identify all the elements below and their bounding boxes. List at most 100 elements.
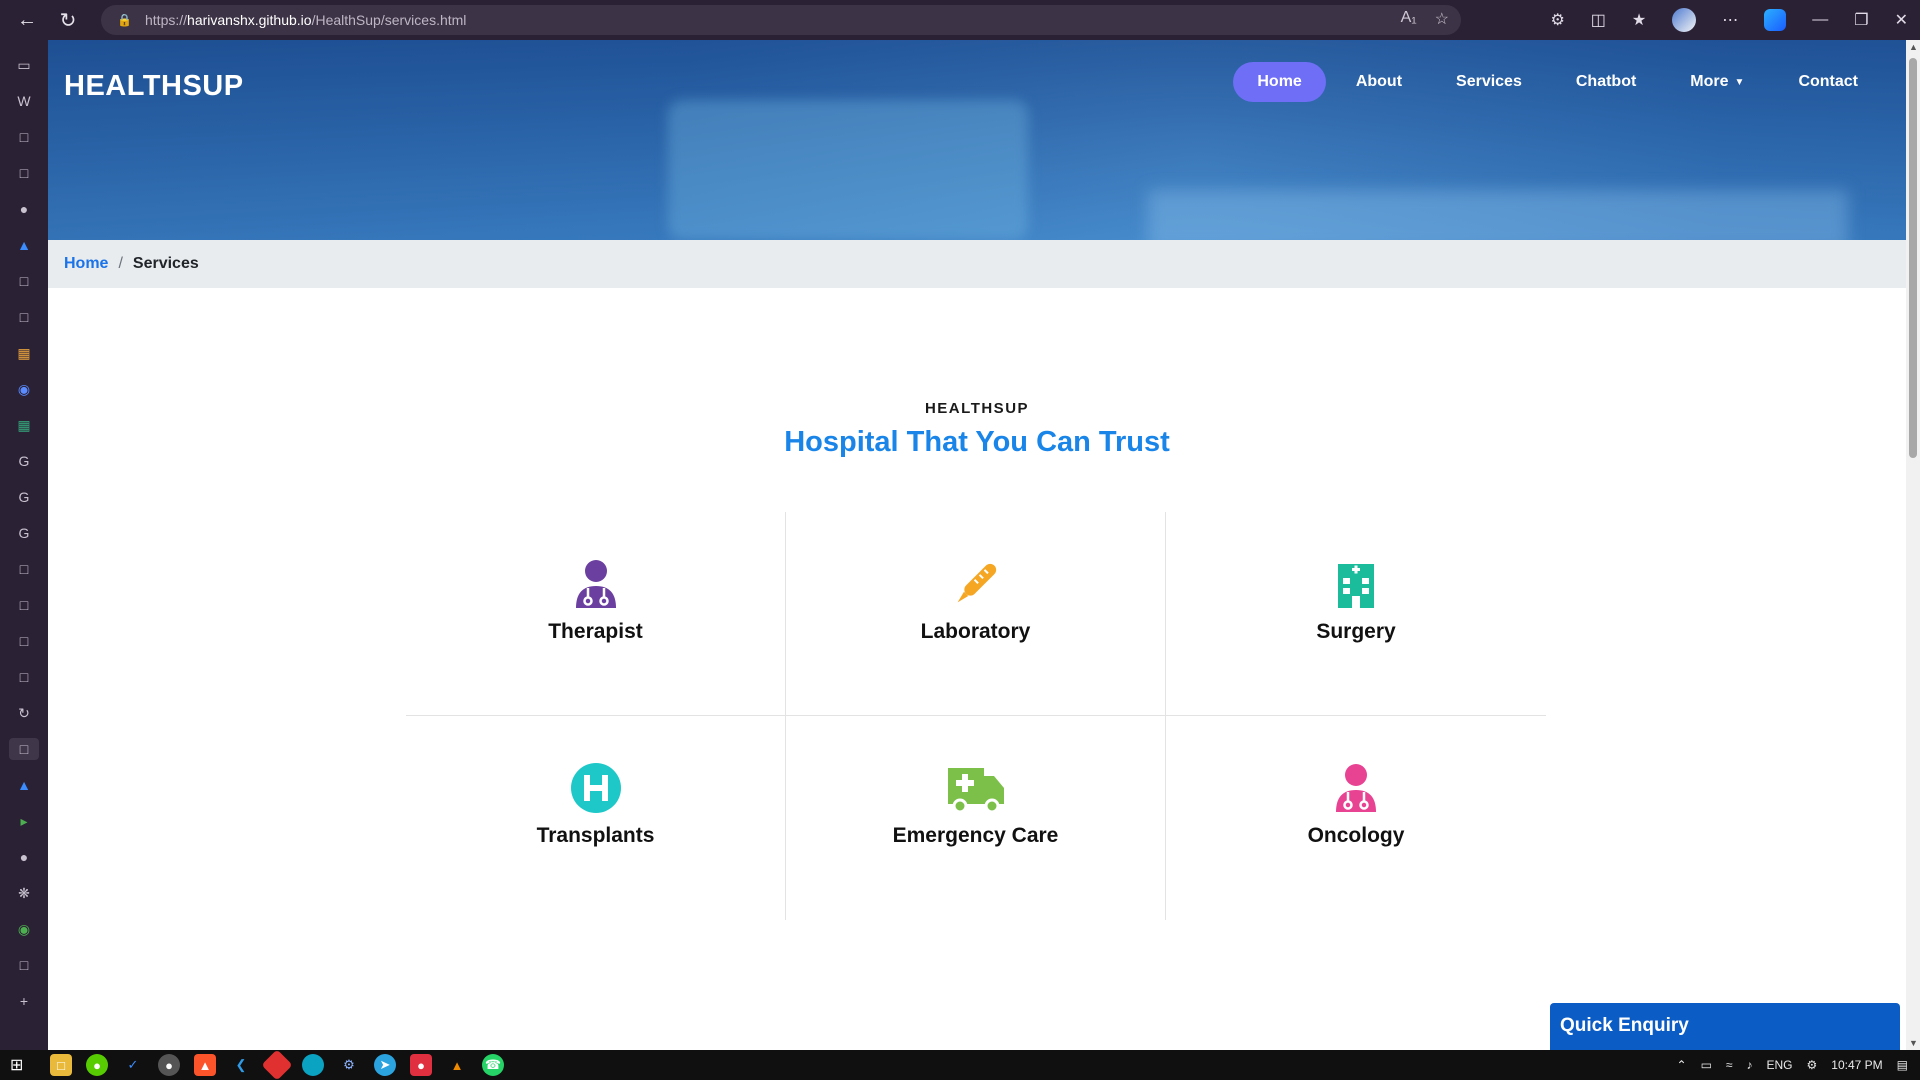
service-card-laboratory[interactable]: Laboratory [786, 512, 1166, 716]
tab-google-icon[interactable]: G [16, 486, 32, 508]
tab-page-icon-active[interactable]: □ [9, 738, 39, 760]
tab-page-icon[interactable]: □ [16, 666, 32, 688]
split-screen-icon[interactable]: ◫ [1591, 10, 1606, 30]
lock-icon: 🔒 [117, 13, 132, 27]
vertical-tabs-strip: ▭ W □ □ ● ▲ □ □ ▦ ◉ ▦ G G G □ □ □ □ ↻ □ … [0, 40, 48, 1050]
refresh-icon[interactable]: ↻ [54, 6, 82, 34]
whatsapp-icon[interactable]: ☎ [482, 1054, 504, 1076]
read-aloud-icon[interactable]: A₁ [1401, 9, 1417, 29]
vscode-icon[interactable]: ❮ [230, 1054, 252, 1076]
scroll-down-arrow-icon[interactable]: ▼ [1909, 1038, 1918, 1048]
hospital-building-icon [1338, 564, 1374, 608]
tab-page-icon[interactable]: □ [16, 594, 32, 616]
tab-actions-icon[interactable]: ▭ [16, 54, 32, 76]
app-red-icon[interactable] [261, 1049, 293, 1080]
telegram-icon[interactable]: ➤ [374, 1054, 396, 1076]
app-green-icon[interactable]: ● [86, 1054, 108, 1076]
scroll-up-arrow-icon[interactable]: ▲ [1909, 42, 1918, 52]
tab-page-icon[interactable]: □ [16, 306, 32, 328]
tab-page-icon[interactable]: □ [16, 630, 32, 652]
service-card-surgery[interactable]: Surgery [1166, 512, 1546, 716]
more-options-icon[interactable]: ⋯ [1722, 10, 1738, 30]
tab-windows-icon[interactable]: ▦ [16, 342, 32, 364]
tab-play-icon[interactable]: ▸ [16, 810, 32, 832]
nav-more[interactable]: More ▼ [1666, 62, 1768, 102]
service-title: Transplants [536, 824, 655, 847]
site-brand[interactable]: HEALTHSUP [64, 70, 244, 103]
tab-android-icon[interactable]: ◉ [16, 918, 32, 940]
hospital-h-icon [570, 763, 621, 813]
tab-page-icon[interactable]: □ [16, 558, 32, 580]
wifi-icon[interactable]: ≈ [1726, 1058, 1733, 1072]
tab-page-icon[interactable]: □ [16, 270, 32, 292]
tab-sheet-icon[interactable]: ▦ [16, 414, 32, 436]
services-grid: Therapist Laboratory Surgery Transplants… [406, 512, 1546, 920]
tab-azure-icon[interactable]: ▲ [16, 234, 32, 256]
windows-taskbar: ⊞ □ ● ✓ ● ▲ ❮ ⚙ ➤ ● ▲ ☎ ⌃ ▭ ≈ ♪ ENG ⚙ 10… [0, 1049, 1920, 1080]
caret-down-icon: ▼ [1734, 76, 1745, 88]
copilot-icon[interactable] [1764, 9, 1787, 31]
notifications-icon[interactable]: ▤ [1897, 1058, 1908, 1072]
service-title: Laboratory [920, 620, 1031, 643]
gear-icon[interactable]: ⚙ [1807, 1058, 1818, 1072]
service-title: Surgery [1316, 620, 1396, 643]
vlc-icon[interactable]: ▲ [446, 1054, 468, 1076]
battery-icon[interactable]: ▭ [1701, 1058, 1712, 1072]
favorites-icon[interactable]: ★ [1632, 10, 1646, 30]
page-scrollbar[interactable]: ▲ ▼ [1906, 40, 1920, 1050]
edge-icon[interactable] [302, 1054, 324, 1076]
nav-home[interactable]: Home [1233, 62, 1326, 102]
language-indicator[interactable]: ENG [1767, 1058, 1793, 1072]
profile-avatar[interactable] [1672, 8, 1697, 32]
brave-icon[interactable]: ▲ [194, 1054, 216, 1076]
main-navigation: Home About Services Chatbot More ▼ Contac… [1233, 62, 1882, 102]
service-card-emergency-care[interactable]: Emergency Care [786, 716, 1166, 920]
tab-loading-icon[interactable]: ↻ [16, 702, 32, 724]
breadcrumb-home-link[interactable]: Home [64, 255, 108, 273]
breadcrumb-separator: / [118, 255, 123, 272]
windows-start-icon[interactable]: ⊞ [10, 1055, 30, 1075]
tab-page-icon[interactable]: □ [16, 126, 32, 148]
tab-openai-icon[interactable]: ❋ [16, 882, 32, 904]
minimize-icon[interactable]: — [1812, 11, 1828, 29]
chevron-up-icon[interactable]: ⌃ [1677, 1058, 1687, 1072]
nav-about[interactable]: About [1332, 62, 1426, 102]
service-title: Emergency Care [892, 824, 1059, 847]
tab-google-icon[interactable]: G [16, 522, 32, 544]
quick-enquiry-button[interactable]: Quick Enquiry [1550, 1003, 1900, 1050]
service-card-therapist[interactable]: Therapist [406, 512, 786, 716]
tab-github-icon[interactable]: ● [16, 846, 32, 868]
tab-w3-icon[interactable]: W [16, 90, 32, 112]
breadcrumb-current: Services [132, 255, 199, 272]
app-chat-icon[interactable]: ● [410, 1054, 432, 1076]
app-grey-icon[interactable]: ● [158, 1054, 180, 1076]
scrollbar-thumb[interactable] [1909, 58, 1917, 458]
service-card-transplants[interactable]: Transplants [406, 716, 786, 920]
file-explorer-icon[interactable]: □ [50, 1054, 72, 1076]
favorite-star-icon[interactable]: ☆ [1435, 9, 1449, 29]
nav-contact[interactable]: Contact [1774, 62, 1882, 102]
tab-page-icon[interactable]: □ [16, 162, 32, 184]
hero-banner: HEALTHSUP Home About Services Chatbot Mo… [48, 40, 1906, 240]
settings-icon[interactable]: ⚙ [338, 1054, 360, 1076]
clock[interactable]: 10:47 PM [1831, 1058, 1882, 1072]
tab-google-icon[interactable]: G [16, 450, 32, 472]
breadcrumb: Home / Services [48, 240, 1906, 288]
restore-icon[interactable]: ❐ [1854, 10, 1868, 30]
ambulance-icon [947, 768, 1004, 814]
back-icon[interactable]: ← [13, 6, 41, 34]
service-card-oncology[interactable]: Oncology [1166, 716, 1546, 920]
tab-github-icon[interactable]: ● [16, 198, 32, 220]
volume-icon[interactable]: ♪ [1747, 1058, 1753, 1072]
new-tab-icon[interactable]: + [16, 990, 32, 1012]
nav-services[interactable]: Services [1432, 62, 1546, 102]
tab-globe-icon[interactable]: ◉ [16, 378, 32, 400]
close-icon[interactable]: ✕ [1895, 10, 1908, 30]
extensions-icon[interactable]: ⚙ [1550, 10, 1564, 30]
browser-toolbar: ← ↻ 🔒 https://harivanshx.github.io/Healt… [0, 0, 1920, 40]
todo-icon[interactable]: ✓ [122, 1054, 144, 1076]
tab-page-icon[interactable]: □ [16, 954, 32, 976]
nav-chatbot[interactable]: Chatbot [1552, 62, 1660, 102]
tab-azure-icon[interactable]: ▲ [16, 774, 32, 796]
address-bar[interactable]: 🔒 https://harivanshx.github.io/HealthSup… [101, 5, 1461, 35]
